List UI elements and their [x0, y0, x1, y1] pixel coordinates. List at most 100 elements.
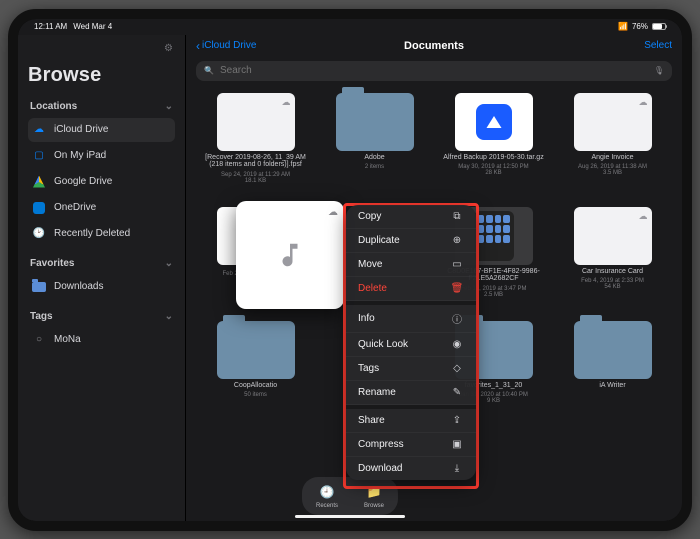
selected-file-preview[interactable]: ☁︎	[236, 201, 344, 309]
locations-header[interactable]: Locations⌄	[28, 97, 175, 116]
sidebar-item-on-my-ipad[interactable]: On My iPad	[28, 144, 175, 168]
context-menu-label: Duplicate	[358, 235, 400, 246]
context-menu-label: Delete	[358, 283, 387, 294]
file-item[interactable]: iA Writer	[557, 321, 668, 429]
sidebar: ⚙︎ Browse Locations⌄ iCloud Drive On My …	[18, 35, 186, 521]
file-item[interactable]: Adobe2 items	[319, 93, 430, 201]
main-header: ‹ iCloud Drive Documents Select	[186, 35, 682, 57]
search-icon: 🔍	[204, 66, 214, 75]
gdrive-icon	[32, 175, 46, 189]
context-menu-rename[interactable]: Rename ✎	[346, 381, 476, 405]
folder-icon	[574, 321, 652, 379]
folder-icon	[32, 280, 46, 294]
context-menu-label: Download	[358, 463, 402, 474]
sidebar-item-icloud-drive[interactable]: iCloud Drive	[28, 118, 175, 142]
search-field[interactable]: 🔍 🎙︎	[196, 61, 672, 81]
context-menu-label: Rename	[358, 387, 396, 398]
file-name: iA Writer	[599, 382, 625, 390]
select-button[interactable]: Select	[644, 40, 672, 51]
file-meta: Feb 4, 2019 at 2:33 PM54 KB	[581, 278, 644, 290]
sidebar-item-label: On My iPad	[54, 150, 106, 161]
status-date: Wed Mar 4	[73, 22, 112, 31]
context-menu-icon: ⤓	[450, 463, 464, 474]
settings-icon[interactable]: ⚙︎	[164, 43, 173, 54]
onedrive-icon	[32, 201, 46, 215]
favorites-header[interactable]: Favorites⌄	[28, 254, 175, 273]
cloud-download-icon: ☁︎	[639, 211, 648, 222]
sidebar-item-tag-mona[interactable]: MoNa	[28, 328, 175, 352]
cloud-download-icon: ☁︎	[639, 97, 648, 108]
cloud-download-icon: ☁︎	[282, 97, 291, 108]
chevron-down-icon: ⌄	[165, 311, 173, 322]
context-menu-icon: ▭	[450, 259, 464, 270]
file-name: Angie Invoice	[591, 154, 633, 162]
folder-icon	[336, 93, 414, 151]
file-item[interactable]: CoopAllocatio 50 items	[200, 321, 311, 429]
back-label: iCloud Drive	[202, 40, 256, 51]
context-menu-label: Move	[358, 259, 382, 270]
music-icon	[275, 240, 305, 270]
tags-header[interactable]: Tags⌄	[28, 307, 175, 326]
document-thumb: ☁︎	[217, 93, 295, 151]
context-menu-label: Quick Look	[358, 339, 408, 350]
wifi-icon	[618, 22, 628, 31]
ipad-frame: 12:11 AM Wed Mar 4 76% ⚙︎ Browse Locatio…	[8, 9, 692, 531]
sidebar-item-onedrive[interactable]: OneDrive	[28, 196, 175, 220]
clock-icon	[32, 227, 46, 241]
file-item[interactable]: ☁︎ Angie Invoice Aug 26, 2019 at 11:38 AM3…	[557, 93, 668, 201]
dock-recents[interactable]: 🕘 Recents	[316, 483, 338, 509]
ipad-icon	[32, 149, 46, 163]
status-bar: 12:11 AM Wed Mar 4 76%	[18, 19, 682, 35]
context-menu-tags[interactable]: Tags ◇	[346, 357, 476, 381]
context-menu-icon: ◇	[450, 363, 464, 374]
dock-browse[interactable]: 📁 Browse	[364, 483, 384, 509]
sidebar-item-label: MoNa	[54, 334, 81, 345]
file-meta: 50 items	[244, 392, 267, 398]
context-menu-icon: ✎	[450, 387, 464, 398]
file-meta: Sep 24, 2019 at 11:29 AM18.1 KB	[221, 172, 290, 184]
sidebar-item-recently-deleted[interactable]: Recently Deleted	[28, 222, 175, 246]
battery-pct: 76%	[632, 22, 648, 31]
file-name: Adobe	[364, 154, 384, 162]
file-name: Car Insurance Card	[582, 268, 643, 276]
mic-icon[interactable]: 🎙︎	[654, 66, 664, 75]
browse-title: Browse	[28, 64, 175, 87]
sidebar-item-downloads[interactable]: Downloads	[28, 275, 175, 299]
file-meta: Aug 26, 2019 at 11:38 AM3.5 MB	[578, 164, 647, 176]
document-thumb: ☁︎	[574, 93, 652, 151]
context-menu-duplicate[interactable]: Duplicate⊕	[346, 229, 476, 253]
context-menu-share[interactable]: Share⇪	[346, 409, 476, 433]
home-indicator[interactable]	[295, 515, 405, 518]
file-name: [Recover 2019-08-26, 11_39 AM (218 items…	[205, 154, 307, 169]
context-menu: Copy⧉Duplicate⊕Move▭Delete🗑InfoⓘQuick Lo…	[346, 205, 476, 480]
context-menu-icon: ◉	[450, 339, 464, 350]
search-input[interactable]	[220, 65, 642, 76]
context-menu-move[interactable]: Move ▭	[346, 253, 476, 277]
sidebar-item-label: Google Drive	[54, 176, 112, 187]
file-item[interactable]: ☁︎ Car Insurance Card Feb 4, 2019 at 2:33 …	[557, 207, 668, 315]
context-menu-quick-look[interactable]: Quick Look ◉	[346, 333, 476, 357]
cloud-download-icon: ☁︎	[328, 207, 338, 218]
dock-label: Browse	[364, 503, 384, 509]
context-menu-compress[interactable]: Compress▣	[346, 433, 476, 457]
dock: 🕘 Recents 📁 Browse	[302, 477, 398, 515]
context-menu-copy[interactable]: Copy⧉	[346, 205, 476, 229]
battery-icon	[652, 23, 666, 30]
sidebar-item-google-drive[interactable]: Google Drive	[28, 170, 175, 194]
folder-icon	[217, 321, 295, 379]
chevron-left-icon: ‹	[196, 39, 200, 53]
context-menu-icon: ⓘ	[450, 311, 464, 326]
context-menu-delete[interactable]: Delete 🗑	[346, 277, 476, 301]
document-thumb: ☁︎	[574, 207, 652, 265]
file-item[interactable]: ☁︎ [Recover 2019-08-26, 11_39 AM (218 ite…	[200, 93, 311, 201]
app-thumb	[455, 93, 533, 151]
chevron-down-icon: ⌄	[165, 101, 173, 112]
file-item[interactable]: Alfred Backup 2019-05-30.tar.gzMay 30, 2…	[438, 93, 549, 201]
file-name: CoopAllocatio	[234, 382, 277, 390]
context-menu-info[interactable]: Infoⓘ	[346, 305, 476, 333]
context-menu-download[interactable]: Download ⤓	[346, 457, 476, 480]
back-button[interactable]: ‹ iCloud Drive	[196, 39, 256, 53]
sidebar-item-label: OneDrive	[54, 202, 96, 213]
context-menu-icon: 🗑	[450, 283, 464, 294]
context-menu-label: Tags	[358, 363, 379, 374]
